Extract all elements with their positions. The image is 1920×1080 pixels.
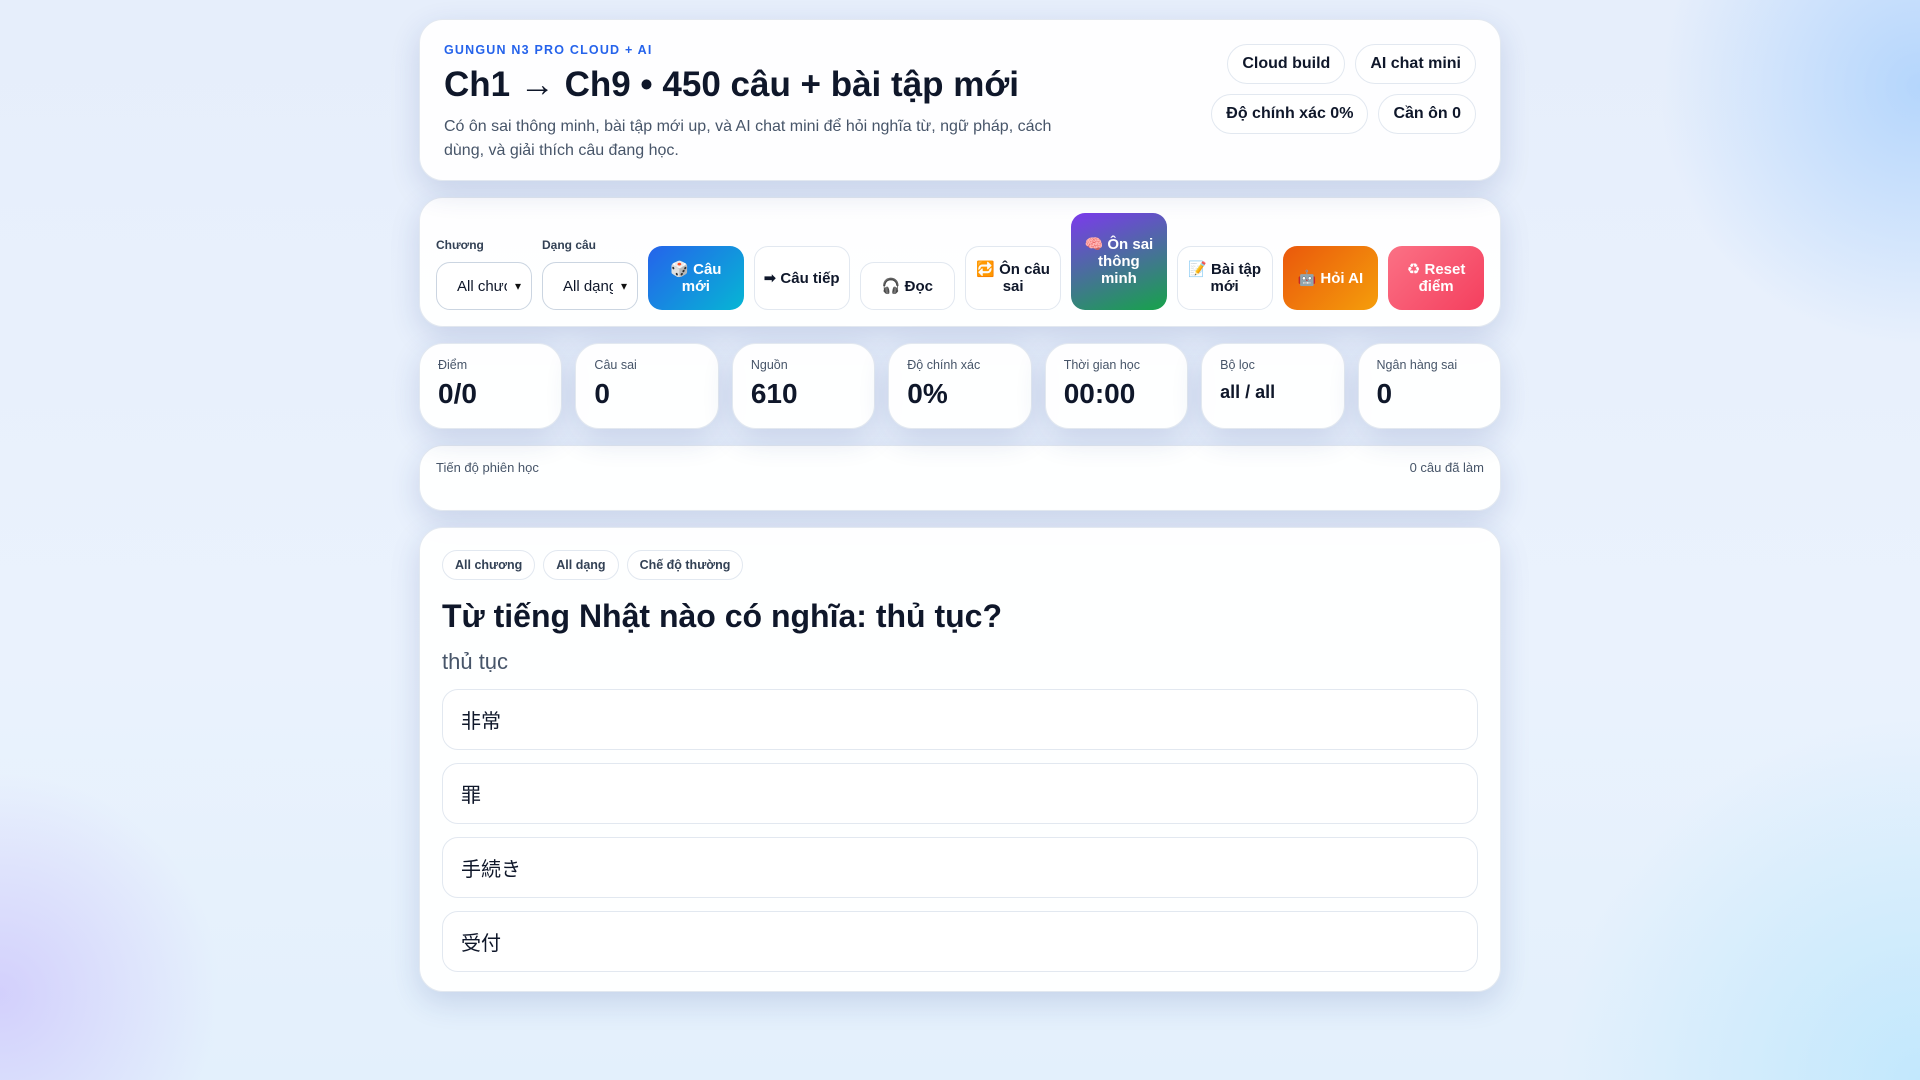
reset-score-button[interactable]: ♻ Reset điểm	[1388, 246, 1484, 310]
dice-icon: 🎲	[670, 261, 689, 278]
answer-option[interactable]: 受付	[442, 911, 1478, 972]
read-button[interactable]: 🎧 Đọc	[859, 262, 956, 310]
header-pills: Cloud build AI chat mini Độ chính xác 0%…	[1146, 44, 1476, 134]
type-field: Dạng câu All dạng ▾	[542, 238, 638, 310]
chapter-select[interactable]: All chương ▾	[436, 262, 532, 310]
stats-row: Điểm 0/0 Câu sai 0 Nguồn 610 Độ chính xá…	[419, 343, 1501, 429]
new-exercise-button[interactable]: 📝 Bài tập mới	[1176, 246, 1273, 310]
brain-icon: 🧠	[1084, 236, 1104, 253]
ask-ai-button[interactable]: 🤖 Hỏi AI	[1282, 246, 1379, 310]
repeat-icon: 🔁	[976, 261, 995, 278]
recycle-icon: ♻	[1406, 261, 1421, 278]
stat-source: Nguồn 610	[731, 343, 876, 429]
accuracy-pill: Độ chính xác 0%	[1211, 94, 1369, 134]
stat-value: 00:00	[1063, 378, 1136, 409]
stat-value: 610	[750, 378, 798, 409]
stat-filter: Bộ lọc all / all	[1201, 343, 1345, 429]
stat-value: 0	[594, 378, 610, 409]
stat-wrong: Câu sai 0	[575, 343, 719, 429]
ai-chat-pill: AI chat mini	[1355, 44, 1476, 84]
stat-label: Câu sai	[594, 358, 637, 372]
stat-value: 0	[1376, 378, 1393, 409]
answer-option[interactable]: 手続き	[442, 837, 1478, 898]
smart-review-button[interactable]: 🧠 Ôn sai thông minh	[1071, 213, 1167, 310]
stat-value: 0%	[907, 378, 948, 409]
stat-study-time: Thời gian học 00:00	[1044, 343, 1189, 429]
question-subtitle: thủ tục	[442, 649, 509, 674]
new-question-button[interactable]: 🎲 Câu mới	[648, 246, 744, 310]
chapter-select-value: All chương	[457, 277, 507, 295]
stat-value: 0/0	[438, 378, 477, 409]
stat-label: Nguồn	[750, 358, 788, 372]
question-card: All chương All dạng Chế độ thường Từ tiế…	[419, 527, 1501, 992]
question-tags: All chương All dạng Chế độ thường	[442, 550, 1478, 580]
stat-label: Điểm	[438, 358, 468, 372]
type-select[interactable]: All dạng ▾	[542, 262, 638, 310]
chevron-down-icon: ▾	[620, 279, 627, 293]
type-tag: All dạng	[543, 550, 619, 580]
page-description: Có ôn sai thông minh, bài tập mới up, và…	[444, 118, 1052, 160]
toolbar: Chương All chương ▾ Dạng câu All dạng ▾ …	[419, 197, 1501, 327]
memo-icon: 📝	[1188, 261, 1207, 278]
mode-tag: Chế độ thường	[626, 550, 744, 580]
chapter-tag: All chương	[442, 550, 536, 580]
stat-label: Ngân hàng sai	[1376, 358, 1458, 372]
header-card: GUNGUN N3 PRO CLOUD + AI Ch1 → Ch9 • 450…	[419, 19, 1501, 181]
question-title: Từ tiếng Nhật nào có nghĩa: thủ tục?	[442, 598, 1003, 634]
stat-wrong-bank: Ngân hàng sai 0	[1357, 343, 1501, 429]
chapter-field: Chương All chương ▾	[436, 238, 532, 310]
stat-label: Bộ lọc	[1220, 358, 1255, 372]
type-label: Dạng câu	[542, 238, 597, 252]
type-select-value: All dạng	[563, 277, 613, 295]
answer-options: 非常 罪 手続き 受付	[442, 689, 1478, 972]
chapter-label: Chương	[436, 238, 484, 252]
stat-label: Thời gian học	[1063, 358, 1140, 372]
headphones-icon: 🎧	[881, 277, 901, 295]
arrow-right-icon: ➡	[763, 269, 777, 287]
session-progress: Tiến độ phiên học 0 câu đã làm	[419, 445, 1501, 511]
review-wrong-button[interactable]: 🔁 Ôn câu sai	[965, 246, 1061, 310]
progress-count: 0 câu đã làm	[1409, 460, 1484, 475]
stat-score: Điểm 0/0	[419, 343, 563, 429]
review-count-pill: Cần ôn 0	[1378, 94, 1476, 134]
stat-label: Độ chính xác	[907, 358, 981, 372]
stat-value: all / all	[1220, 382, 1276, 402]
progress-label: Tiến độ phiên học	[436, 460, 539, 475]
cloud-build-pill: Cloud build	[1227, 44, 1346, 84]
stat-accuracy: Độ chính xác 0%	[888, 343, 1032, 429]
answer-option[interactable]: 罪	[442, 763, 1478, 824]
robot-icon: 🤖	[1297, 269, 1317, 287]
next-question-button[interactable]: ➡ Câu tiếp	[753, 246, 850, 310]
answer-option[interactable]: 非常	[442, 689, 1478, 750]
chevron-down-icon: ▾	[514, 279, 521, 293]
